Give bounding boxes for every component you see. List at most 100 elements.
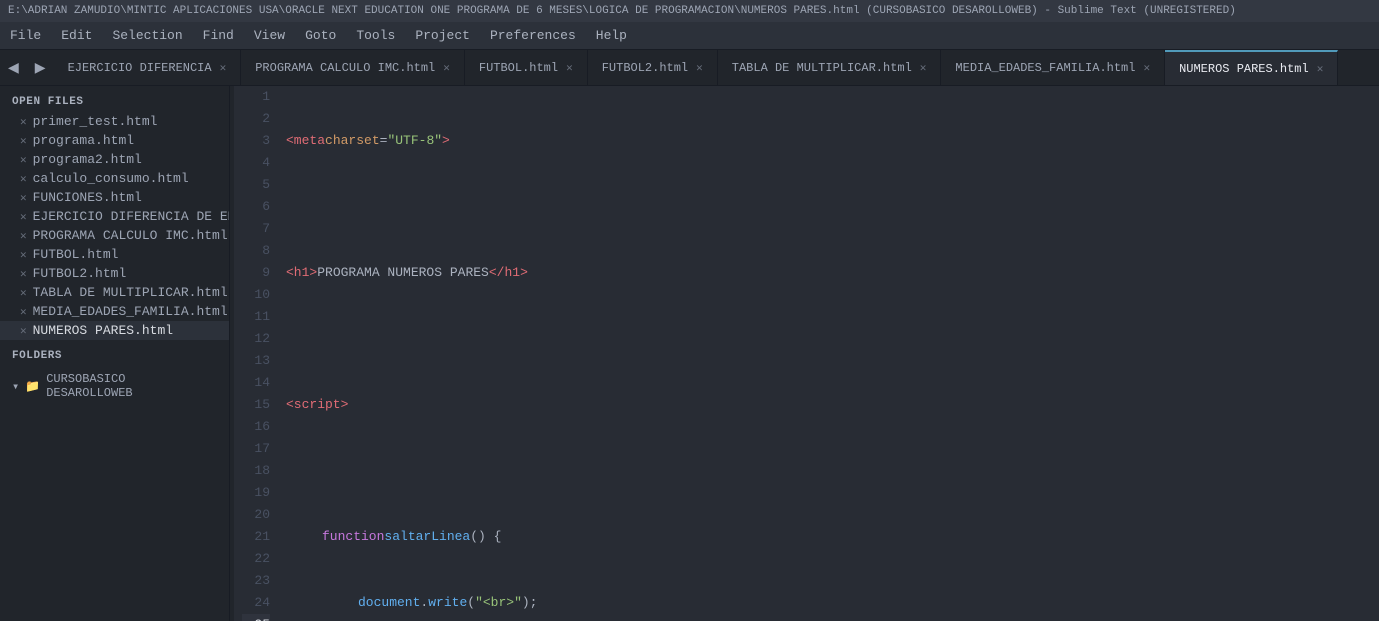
sidebar-item-calculo-consumo[interactable]: ✕ calculo_consumo.html: [0, 169, 229, 188]
sidebar-file-name: FUTBOL.html: [33, 247, 119, 262]
tab-close-icon[interactable]: ✕: [566, 61, 573, 75]
sidebar-item-numeros-pares[interactable]: ✕ NUMEROS PARES.html: [0, 321, 229, 340]
tab-numeros-pares[interactable]: NUMEROS PARES.html ✕: [1165, 50, 1338, 85]
tab-futbol[interactable]: FUTBOL.html ✕: [465, 50, 588, 85]
line-num-25: 25: [242, 614, 270, 621]
sidebar-item-tabla-multiplicar[interactable]: ✕ TABLA DE MULTIPLICAR.html: [0, 283, 229, 302]
line-num-15: 15: [242, 394, 270, 416]
tab-next-button[interactable]: ▶: [27, 50, 54, 85]
sidebar-file-name: calculo_consumo.html: [33, 171, 189, 186]
menu-project[interactable]: Project: [405, 24, 480, 47]
line-num-13: 13: [242, 350, 270, 372]
code-editor[interactable]: <meta charset="UTF-8"> <h1>PROGRAMA NUME…: [282, 86, 1379, 621]
line-numbers: 1 2 3 4 5 6 7 8 9 10 11 12 13 14 15 16 1…: [234, 86, 282, 621]
file-close-icon[interactable]: ✕: [20, 229, 27, 243]
line-num-12: 12: [242, 328, 270, 350]
file-close-icon[interactable]: ✕: [20, 153, 27, 167]
sidebar-item-programa-imc[interactable]: ✕ PROGRAMA CALCULO IMC.html: [0, 226, 229, 245]
menu-file[interactable]: File: [0, 24, 51, 47]
file-close-icon[interactable]: ✕: [20, 134, 27, 148]
code-line-1: <meta charset="UTF-8">: [286, 130, 1379, 152]
title-bar: E:\ADRIAN ZAMUDIO\MINTIC APLICACIONES US…: [0, 0, 1379, 22]
sidebar-file-name: FUNCIONES.html: [33, 190, 142, 205]
menu-help[interactable]: Help: [586, 24, 637, 47]
tab-close-icon[interactable]: ✕: [920, 61, 927, 75]
line-num-18: 18: [242, 460, 270, 482]
sidebar-file-name: programa2.html: [33, 152, 142, 167]
tab-label: PROGRAMA CALCULO IMC.html: [255, 61, 435, 75]
sidebar-file-name: MEDIA_EDADES_FAMILIA.html: [33, 304, 228, 319]
line-num-1: 1: [242, 86, 270, 108]
sidebar-folder-cursobasico[interactable]: ▾ 📁 CURSOBASICO DESAROLLOWEB: [0, 366, 229, 406]
main-layout: OPEN FILES ✕ primer_test.html ✕ programa…: [0, 86, 1379, 621]
file-close-icon[interactable]: ✕: [20, 191, 27, 205]
code-line-5: <script>: [286, 394, 1379, 416]
sidebar-file-name: PROGRAMA CALCULO IMC.html: [33, 228, 228, 243]
file-close-icon[interactable]: ✕: [20, 324, 27, 338]
menu-bar: File Edit Selection Find View Goto Tools…: [0, 22, 1379, 50]
line-num-10: 10: [242, 284, 270, 306]
tab-prev-button[interactable]: ◀: [0, 50, 27, 85]
sidebar-item-ejercicio-diferencia[interactable]: ✕ EJERCICIO DIFERENCIA DE EDADES.html: [0, 207, 229, 226]
sidebar-item-futbol2[interactable]: ✕ FUTBOL2.html: [0, 264, 229, 283]
sidebar-item-programa[interactable]: ✕ programa.html: [0, 131, 229, 150]
line-num-8: 8: [242, 240, 270, 262]
sidebar-item-programa2[interactable]: ✕ programa2.html: [0, 150, 229, 169]
code-line-7: function saltarLinea() {: [286, 526, 1379, 548]
title-text: E:\ADRIAN ZAMUDIO\MINTIC APLICACIONES US…: [8, 5, 1236, 17]
tab-programa-calculo-imc[interactable]: PROGRAMA CALCULO IMC.html ✕: [241, 50, 465, 85]
line-num-19: 19: [242, 482, 270, 504]
sidebar-item-media-edades[interactable]: ✕ MEDIA_EDADES_FAMILIA.html: [0, 302, 229, 321]
menu-tools[interactable]: Tools: [346, 24, 405, 47]
file-close-icon[interactable]: ✕: [20, 115, 27, 129]
tab-ejercicio-diferencia[interactable]: EJERCICIO DIFERENCIA ✕: [54, 50, 242, 85]
tab-close-icon[interactable]: ✕: [220, 61, 227, 75]
tab-close-icon[interactable]: ✕: [696, 61, 703, 75]
tab-label: NUMEROS PARES.html: [1179, 62, 1309, 76]
code-line-2: [286, 196, 1379, 218]
sidebar-item-futbol[interactable]: ✕ FUTBOL.html: [0, 245, 229, 264]
line-num-22: 22: [242, 548, 270, 570]
menu-goto[interactable]: Goto: [295, 24, 346, 47]
code-line-3: <h1>PROGRAMA NUMEROS PARES</h1>: [286, 262, 1379, 284]
file-close-icon[interactable]: ✕: [20, 286, 27, 300]
code-line-4: [286, 328, 1379, 350]
file-close-icon[interactable]: ✕: [20, 248, 27, 262]
menu-preferences[interactable]: Preferences: [480, 24, 586, 47]
line-num-21: 21: [242, 526, 270, 548]
line-num-14: 14: [242, 372, 270, 394]
sidebar-file-name: programa.html: [33, 133, 134, 148]
tab-close-icon[interactable]: ✕: [1143, 61, 1150, 75]
tab-bar: ◀ ▶ EJERCICIO DIFERENCIA ✕ PROGRAMA CALC…: [0, 50, 1379, 86]
sidebar-file-name: TABLA DE MULTIPLICAR.html: [33, 285, 228, 300]
tab-close-icon[interactable]: ✕: [1317, 62, 1324, 76]
line-num-2: 2: [242, 108, 270, 130]
sidebar-file-name: primer_test.html: [33, 114, 158, 129]
line-num-7: 7: [242, 218, 270, 240]
tab-media-edades-familia[interactable]: MEDIA_EDADES_FAMILIA.html ✕: [941, 50, 1165, 85]
line-num-17: 17: [242, 438, 270, 460]
tab-label: EJERCICIO DIFERENCIA: [68, 61, 212, 75]
line-num-9: 9: [242, 262, 270, 284]
folders-label: FOLDERS: [0, 340, 229, 366]
sidebar-item-funciones[interactable]: ✕ FUNCIONES.html: [0, 188, 229, 207]
tab-close-icon[interactable]: ✕: [443, 61, 450, 75]
tab-futbol2[interactable]: FUTBOL2.html ✕: [588, 50, 718, 85]
menu-selection[interactable]: Selection: [102, 24, 192, 47]
file-close-icon[interactable]: ✕: [20, 210, 27, 224]
folder-collapse-icon: ▾: [12, 379, 19, 394]
tab-tabla-multiplicar[interactable]: TABLA DE MULTIPLICAR.html ✕: [718, 50, 942, 85]
open-files-label: OPEN FILES: [0, 86, 229, 112]
code-line-8: document.write("<br>");: [286, 592, 1379, 614]
file-close-icon[interactable]: ✕: [20, 267, 27, 281]
line-num-3: 3: [242, 130, 270, 152]
folder-name: CURSOBASICO DESAROLLOWEB: [46, 372, 217, 400]
menu-view[interactable]: View: [244, 24, 295, 47]
menu-edit[interactable]: Edit: [51, 24, 102, 47]
sidebar-file-name: FUTBOL2.html: [33, 266, 127, 281]
file-close-icon[interactable]: ✕: [20, 172, 27, 186]
editor-area: 1 2 3 4 5 6 7 8 9 10 11 12 13 14 15 16 1…: [230, 86, 1379, 621]
file-close-icon[interactable]: ✕: [20, 305, 27, 319]
sidebar-item-primer-test[interactable]: ✕ primer_test.html: [0, 112, 229, 131]
menu-find[interactable]: Find: [193, 24, 244, 47]
